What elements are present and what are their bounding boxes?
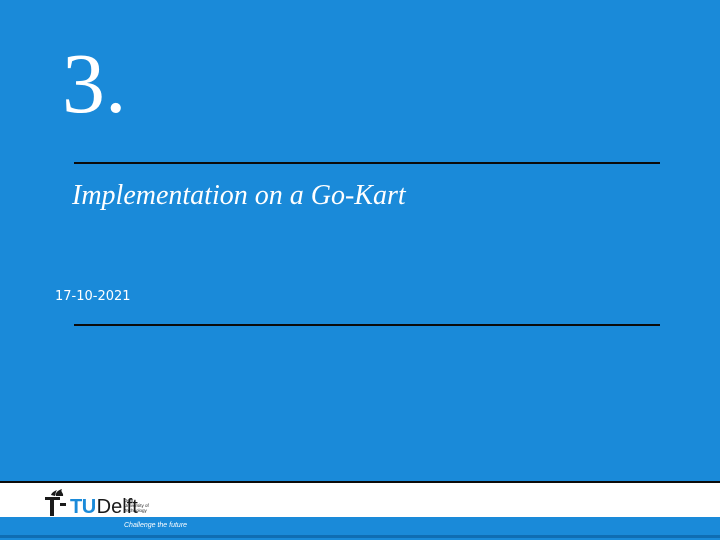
top-divider <box>74 162 660 164</box>
section-title: Implementation on a Go-Kart <box>72 180 406 211</box>
tudelft-flame-icon <box>45 489 66 516</box>
section-number: 3. <box>62 35 127 131</box>
footer-band <box>0 517 720 540</box>
slide-date: 17-10-2021 <box>55 289 131 304</box>
bottom-divider <box>74 324 660 326</box>
logo-university-text: Delft University of Technology <box>124 498 164 513</box>
section-slide: 3. Implementation on a Go-Kart 17-10-202… <box>0 0 720 540</box>
footer-strip <box>0 535 720 538</box>
footer-tagline: Challenge the future <box>124 522 188 529</box>
logo-tu-text: TU <box>70 496 96 518</box>
logo-tag-line: Technology <box>124 508 147 513</box>
